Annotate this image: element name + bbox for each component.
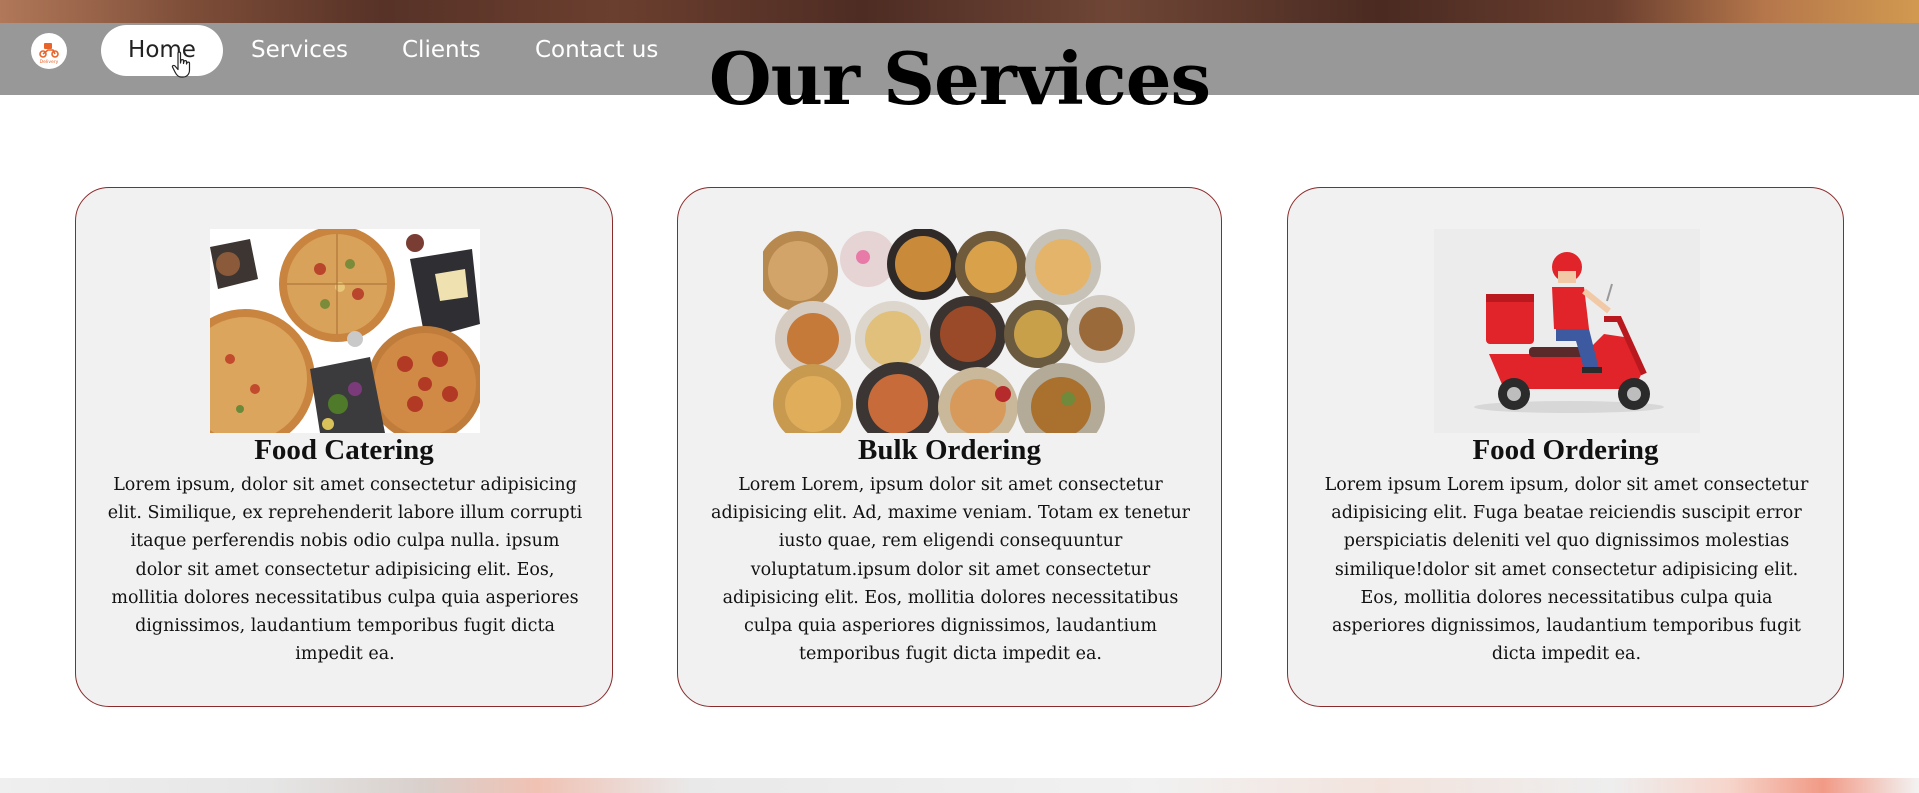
- pizza-platter-image: [210, 229, 480, 433]
- hand-pointer-cursor-icon: [171, 51, 191, 78]
- next-section-background-strip: [0, 778, 1919, 793]
- card-description: Lorem ipsum, dolor sit amet consectetur …: [107, 475, 583, 665]
- card-title: Food Ordering: [1472, 434, 1659, 466]
- thali-icon: [763, 229, 1138, 433]
- card-title: Bulk Ordering: [858, 434, 1041, 466]
- service-card-food-ordering: Food Ordering Lorem ipsum Lorem ipsum, d…: [1287, 187, 1844, 707]
- pizza-icon: [210, 229, 480, 433]
- card-description: Lorem ipsum Lorem ipsum, dolor sit amet …: [1324, 475, 1809, 665]
- service-card-food-catering: Food Catering Lorem ipsum, dolor sit ame…: [75, 187, 613, 707]
- hero-background-strip: [0, 0, 1919, 23]
- section-title: Our Services: [708, 36, 1211, 121]
- delivery-scooter-icon: [1434, 229, 1700, 433]
- service-card-bulk-ordering: Bulk Ordering Lorem Lorem, ipsum dolor s…: [677, 187, 1222, 707]
- delivery-scooter-image: [1434, 229, 1700, 433]
- card-description: Lorem Lorem, ipsum dolor sit amet consec…: [711, 475, 1190, 665]
- card-title: Food Catering: [254, 434, 434, 466]
- thali-plates-image: [763, 229, 1138, 433]
